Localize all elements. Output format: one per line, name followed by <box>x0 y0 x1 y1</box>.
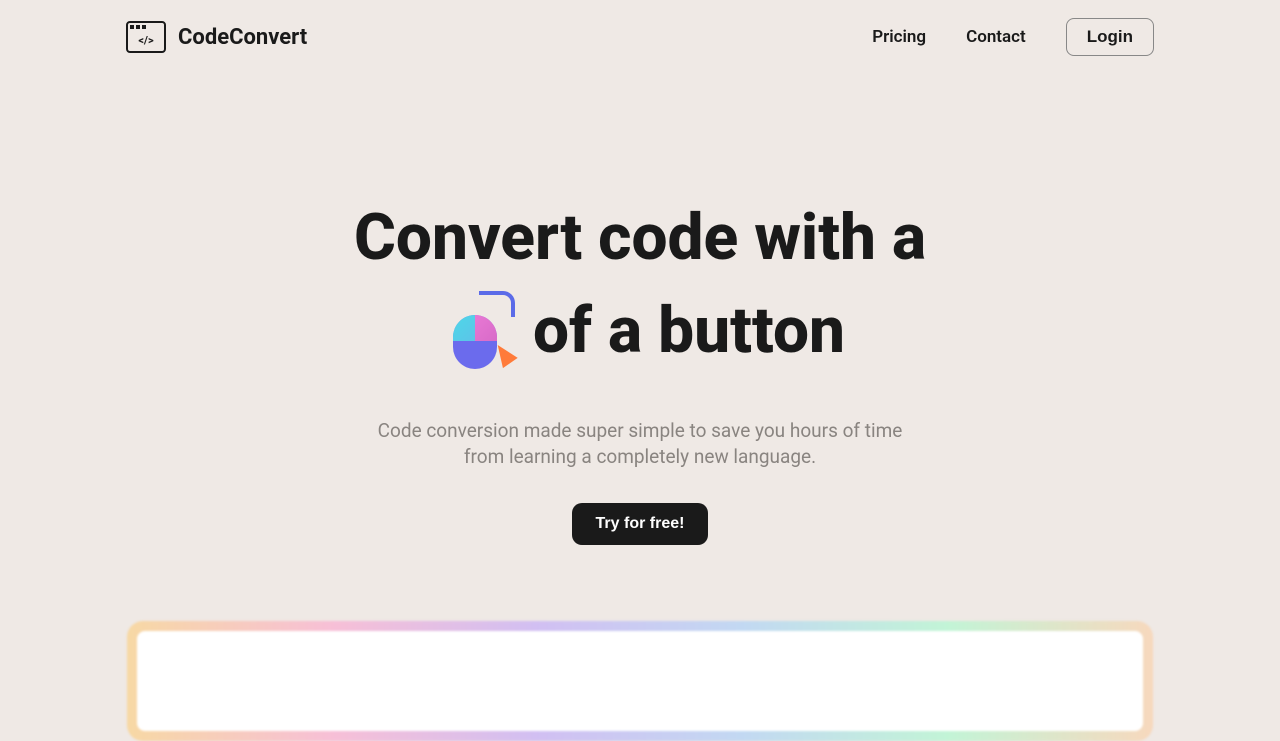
hero-subtitle-line1: Code conversion made super simple to sav… <box>378 419 903 442</box>
nav-contact[interactable]: Contact <box>966 27 1026 47</box>
hero-title-line2: of a button <box>435 285 845 378</box>
code-brackets-icon: </> <box>138 34 153 47</box>
header: </> CodeConvert Pricing Contact Login <box>0 0 1280 74</box>
preview-panel <box>127 621 1153 741</box>
hero-subtitle-line2: from learning a completely new language. <box>464 445 816 468</box>
logo-text: CodeConvert <box>178 25 307 50</box>
hero-title-line2-text: of a button <box>533 285 845 378</box>
logo[interactable]: </> CodeConvert <box>126 21 307 53</box>
preview-panel-inner <box>137 631 1143 731</box>
nav-pricing[interactable]: Pricing <box>872 27 926 47</box>
hero-title: Convert code with a of a button <box>0 192 1280 378</box>
try-free-button[interactable]: Try for free! <box>572 503 709 545</box>
hero-section: Convert code with a of a button Code con… <box>0 74 1280 741</box>
hero-title-line1: Convert code with a <box>354 192 926 285</box>
hero-subtitle: Code conversion made super simple to sav… <box>0 418 1280 471</box>
logo-icon: </> <box>126 21 166 53</box>
mouse-click-icon <box>435 291 515 371</box>
login-button[interactable]: Login <box>1066 18 1154 56</box>
nav: Pricing Contact Login <box>872 18 1154 56</box>
